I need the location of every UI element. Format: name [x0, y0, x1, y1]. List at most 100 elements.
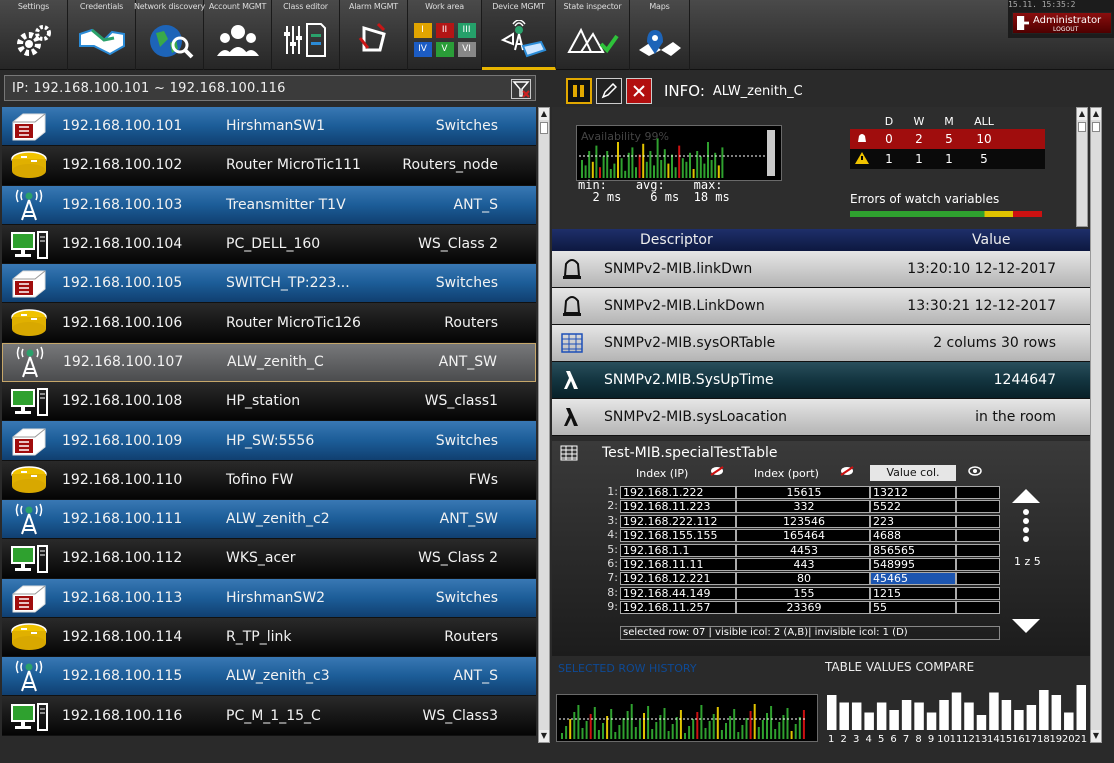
availability-bar — [624, 170, 627, 178]
descriptor-row[interactable]: SNMPv2-MIB.sysORTable 2 colums 30 rows — [552, 325, 1090, 362]
right-panel-scrollbar[interactable]: ▲ ▼ — [1090, 107, 1102, 743]
switch-icon — [2, 579, 56, 617]
work-area-cell[interactable]: III — [457, 23, 476, 38]
availability-chart: Availability 99% — [576, 125, 782, 181]
cell-ip: 192.168.222.112 — [620, 514, 736, 528]
scroll-up-icon[interactable]: ▲ — [539, 108, 549, 120]
history-bar — [675, 717, 678, 739]
special-table-row[interactable]: 2: 192.168.11.223 332 5522 — [607, 500, 1000, 514]
device-row[interactable]: 192.168.100.104 PC_DELL_160 WS_Class 2 — [2, 224, 536, 265]
cell-value: 1215 — [870, 586, 956, 600]
special-table-row[interactable]: 5: 192.168.1.1 4453 856565 — [607, 543, 1000, 558]
compare-tick: 21 — [1074, 734, 1087, 744]
descriptor-row[interactable]: SNMPv2-MIB.sysLoacation in the room — [552, 399, 1090, 436]
device-name: Router MicroTic111 — [226, 157, 361, 174]
work-area-cell[interactable]: II — [435, 23, 454, 38]
alarm-bell-icon — [344, 17, 404, 63]
page-up-icon[interactable] — [1010, 485, 1042, 505]
device-row[interactable]: 192.168.100.112 WKS_acer WS_Class 2 — [2, 539, 536, 579]
toolbar-device-mgmt[interactable]: Device MGMT — [482, 0, 556, 70]
history-bar — [692, 719, 695, 739]
work-area-cell[interactable]: VI — [457, 42, 476, 57]
edit-button[interactable] — [596, 78, 622, 104]
hidden-eye-icon[interactable] — [710, 466, 724, 479]
pause-button[interactable] — [566, 78, 592, 104]
availability-bar — [689, 152, 691, 178]
scroll-down-icon[interactable]: ▼ — [1091, 730, 1101, 742]
device-row[interactable]: 192.168.100.110 Tofino FW FWs — [2, 460, 536, 500]
alarm-row-critical[interactable]: 0 2 5 10 — [850, 129, 1045, 149]
alarm-row-warning[interactable]: 1 1 1 5 — [850, 149, 1045, 169]
compare-bar — [1014, 710, 1024, 730]
special-table-row[interactable]: 7: 192.168.12.221 80 45465 — [607, 572, 1000, 586]
device-row[interactable]: 192.168.100.115 ALW_zenith_c3 ANT_S — [2, 657, 536, 697]
toolbar-maps[interactable]: Maps — [630, 0, 690, 70]
availability-bar — [635, 167, 637, 178]
page-down-icon[interactable] — [1010, 617, 1042, 637]
toolbar-work-area[interactable]: Work area I II III IV V VI — [408, 0, 482, 70]
toolbar-account-mgmt-label: Account MGMT — [208, 2, 267, 11]
table-values-compare-chart: 1 2 3 4 5 6 7 8 9 10 11 12 13 14 15 16 17 18 19 20 21 — [826, 678, 1088, 745]
device-row[interactable]: 192.168.100.102 Router MicroTic111 Routers… — [2, 146, 536, 186]
device-row[interactable]: 192.168.100.111 ALW_zenith_c2 ANT_SW — [2, 499, 536, 540]
work-area-cell[interactable]: I — [413, 23, 432, 38]
device-row[interactable]: 192.168.100.109 HP_SW:5556 Switches — [2, 421, 536, 461]
toolbar-credentials[interactable]: Credentials — [68, 0, 136, 70]
toolbar-alarm-mgmt[interactable]: Alarm MGMT — [340, 0, 408, 70]
special-table-row[interactable]: 6: 192.168.11.11 443 548995 — [607, 557, 1000, 572]
special-table-row[interactable]: 8: 192.168.44.149 155 1215 — [607, 586, 1000, 601]
availability-bar — [588, 151, 591, 178]
device-row[interactable]: 192.168.100.105 SWITCH_TP:223... Switches — [2, 264, 536, 304]
descriptor-row[interactable]: SNMPv2-MIB.linkDwn 13:20:10 12-12-2017 — [552, 251, 1090, 288]
summary-scrollbar[interactable]: ▲ — [1076, 107, 1088, 227]
hidden-eye-icon[interactable] — [840, 466, 854, 479]
eye-icon[interactable] — [968, 466, 982, 479]
logout-label: LOGOUT — [1053, 26, 1079, 33]
special-table-row[interactable]: 1: 192.168.1.222 15615 13212 — [607, 486, 1000, 500]
availability-bar — [609, 169, 612, 178]
ip-range-filter[interactable]: IP: 192.168.100.101 ~ 192.168.100.116 — [4, 75, 536, 101]
scroll-thumb[interactable] — [1092, 122, 1100, 132]
scroll-thumb[interactable] — [540, 122, 548, 134]
device-row[interactable]: 192.168.100.114 R_TP_link Routers — [2, 617, 536, 658]
col-value[interactable]: Value col. — [870, 465, 956, 481]
device-row[interactable]: 192.168.100.101 HirshmanSW1 Switches — [2, 107, 536, 147]
scroll-down-icon[interactable]: ▼ — [539, 730, 549, 742]
compare-tick: 14 — [987, 734, 1000, 744]
scroll-thumb[interactable] — [1078, 122, 1086, 132]
toolbar-settings[interactable]: Settings — [0, 0, 68, 70]
scroll-up-icon[interactable]: ▲ — [1077, 108, 1087, 120]
compare-bar — [989, 692, 999, 730]
availability-scroll-handle[interactable] — [767, 130, 775, 176]
scroll-up-icon[interactable]: ▲ — [1091, 108, 1101, 120]
special-table-row[interactable]: 9: 192.168.11.257 23369 55 — [607, 601, 1000, 615]
toolbar-maps-label: Maps — [649, 2, 670, 11]
cell-port: 443 — [736, 557, 870, 571]
device-list-scrollbar[interactable]: ▲ ▼ — [538, 107, 550, 743]
toolbar-account-mgmt[interactable]: Account MGMT — [204, 0, 272, 70]
special-table-grid: 1: 192.168.1.222 15615 13212 2: 192.168.11.22… — [607, 486, 1000, 616]
descriptor-row[interactable]: SNMPv2.MIB.SysUpTime 1244647 — [552, 362, 1090, 399]
logout-button[interactable]: Administrator LOGOUT — [1012, 12, 1112, 34]
device-row[interactable]: 192.168.100.113 HirshmanSW2 Switches — [2, 578, 536, 618]
device-name: ALW_zenith_c3 — [226, 668, 330, 685]
device-type: ANT_SW — [439, 511, 498, 528]
row-number: 5: — [607, 542, 618, 556]
device-row[interactable]: 192.168.100.106 Router MicroTic126 Routers — [2, 303, 536, 343]
descriptor-row[interactable]: SNMPv2-MIB.LinkDown 13:30:21 12-12-2017 — [552, 288, 1090, 325]
close-button[interactable] — [626, 78, 652, 104]
work-area-cell[interactable]: IV — [413, 42, 432, 57]
device-row[interactable]: 192.168.100.103 Treansmitter T1V ANT_S — [2, 185, 536, 225]
device-ip: 192.168.100.103 — [62, 196, 183, 213]
special-table-row[interactable]: 4: 192.168.155.155 165464 4688 — [607, 529, 1000, 543]
toolbar-class-editor[interactable]: Class editor — [272, 0, 340, 70]
toolbar-state-inspector[interactable]: State inspector — [556, 0, 630, 70]
special-table-row[interactable]: 3: 192.168.222.112 123546 223 — [607, 514, 1000, 529]
device-type: ANT_S — [453, 196, 499, 213]
device-row[interactable]: 192.168.100.107 ALW_zenith_C ANT_SW — [2, 342, 536, 383]
device-row[interactable]: 192.168.100.116 PC_M_1_15_C WS_Class3 — [2, 696, 536, 736]
filter-clear-icon[interactable] — [511, 79, 531, 99]
toolbar-network-discovery[interactable]: Network discovery — [134, 0, 205, 70]
work-area-cell[interactable]: V — [435, 42, 454, 57]
device-row[interactable]: 192.168.100.108 HP_station WS_class1 — [2, 382, 536, 422]
